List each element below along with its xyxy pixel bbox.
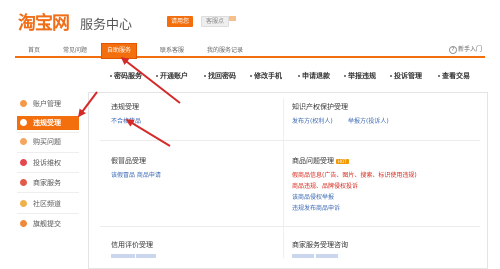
section-title-merchant: 商家服务受理咨询 [292, 241, 348, 249]
bullet-icon [250, 75, 252, 77]
sidebar-item-flagship[interactable]: 旗舰提交 [17, 217, 79, 231]
link-goods-report[interactable]: 该商品侵权举报 [292, 192, 334, 201]
user-icon [20, 100, 27, 107]
quick-link-7[interactable]: 查看交易 [438, 71, 470, 81]
header-primary-button[interactable]: 请用您 [167, 16, 194, 27]
help-label: 新手入门 [457, 46, 482, 53]
sidebar-item-purchase[interactable]: 购买问题 [17, 135, 79, 149]
quick-link-3[interactable]: 修改手机 [250, 71, 282, 81]
quick-link-1[interactable]: 开通账户 [156, 71, 188, 81]
section-title-fake: 假冒品受理 [111, 157, 146, 165]
service-center-title: 服务中心 [80, 18, 133, 33]
header-secondary-button[interactable]: 客服点 [201, 16, 230, 27]
taobao-logo[interactable]: 淘宝网 [18, 9, 70, 35]
help-icon: ? [448, 46, 457, 54]
link-goods-fake-info[interactable]: 假商品信息(广告、图片、搜索、标识使用违规) [292, 170, 417, 179]
cart-icon [20, 138, 27, 145]
bullet-icon [438, 75, 440, 77]
nav-faq[interactable]: 常见问题 [63, 44, 87, 58]
link-goods-appeal[interactable]: 违规发布商品申诉 [292, 203, 340, 212]
section-title-goods: 商品问题受理 HOT [292, 157, 349, 165]
link-goods-brand[interactable]: 商品违规、品牌侵权投诉 [292, 181, 358, 190]
bullet-icon [390, 75, 392, 77]
bullet-icon [156, 75, 158, 77]
quick-link-5[interactable]: 举报违规 [344, 71, 376, 81]
shield-icon [20, 159, 27, 166]
link-unqualified-goods[interactable]: 不合格货品 [111, 116, 141, 125]
sidebar-item-account[interactable]: 账户管理 [17, 97, 79, 111]
hot-badge: HOT [336, 158, 349, 164]
link-ip-owner[interactable]: 发布方(权利人) [292, 116, 333, 125]
section-title-violation: 违规受理 [111, 103, 139, 111]
bullet-icon [298, 75, 300, 77]
link-merchant-placeholder[interactable] [292, 254, 314, 258]
quick-link-2[interactable]: 找回密码 [204, 71, 236, 81]
nav-self-service[interactable]: 自助服务 [101, 43, 138, 59]
sidebar-item-community[interactable]: 社区频道 [17, 197, 79, 211]
quick-link-6[interactable]: 投诉管理 [390, 71, 422, 81]
link-ip-reporter[interactable]: 举报方(投诉人) [348, 116, 389, 125]
warning-icon [20, 119, 27, 126]
quick-link-0[interactable]: 密码服务 [110, 71, 142, 81]
link-credit-placeholder[interactable] [111, 254, 135, 258]
section-title-ip: 知识产权保护受理 [292, 103, 348, 111]
section-title-credit: 信用评价受理 [111, 241, 153, 249]
help-link[interactable]: ? 新手入门 [448, 44, 482, 54]
link-fake-apply[interactable]: 该假冒品 商品申请 [111, 170, 161, 179]
nav-records[interactable]: 我的服务记录 [207, 44, 243, 58]
sidebar-item-complaint[interactable]: 投诉维权 [17, 156, 79, 170]
nav-contact[interactable]: 联系客服 [160, 44, 184, 58]
community-icon [20, 200, 27, 207]
bullet-icon [110, 75, 112, 77]
shop-icon [20, 179, 27, 186]
link-merchant-placeholder-2[interactable] [316, 254, 338, 258]
header-badge-icon [229, 16, 236, 21]
quick-link-4[interactable]: 申请退款 [298, 71, 330, 81]
bullet-icon [204, 75, 206, 77]
nav-home[interactable]: 首页 [28, 44, 40, 58]
flag-icon [20, 220, 27, 227]
sidebar-item-merchant[interactable]: 商家服务 [17, 176, 79, 190]
sidebar-item-violation[interactable]: 违规受理 [17, 116, 79, 130]
bullet-icon [344, 75, 346, 77]
link-credit-placeholder-2[interactable] [136, 254, 156, 258]
